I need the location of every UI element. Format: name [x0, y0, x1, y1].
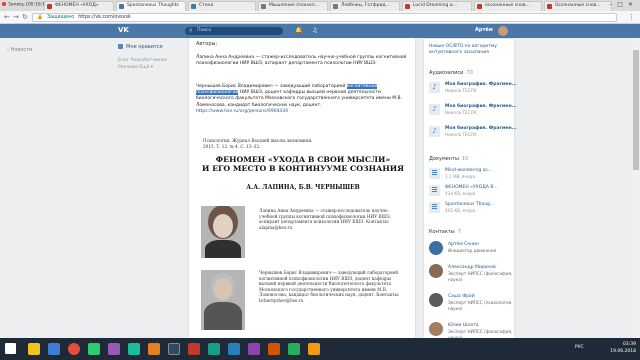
system-clock[interactable]: 03:39 19.06.2018 — [610, 341, 636, 355]
app-icon[interactable] — [168, 343, 180, 355]
app-icon[interactable] — [268, 343, 280, 355]
group-status[interactable]: Новые ОС/ВТО по алгоритму интуитивного з… — [429, 44, 497, 56]
app-icon[interactable] — [248, 343, 260, 355]
windows-start-icon[interactable] — [5, 343, 16, 354]
notifications-bell-icon[interactable]: 🔔 — [295, 27, 302, 34]
heart-icon — [118, 44, 123, 49]
chrome-icon[interactable] — [68, 343, 80, 355]
lock-icon: 🔒 — [37, 15, 43, 20]
right-sidebar: Новые ОС/ВТО по алгоритму интуитивного з… — [423, 38, 517, 360]
music-icon[interactable]: ♫ — [312, 27, 317, 34]
avatar[interactable] — [429, 241, 443, 255]
doc-authors: А.А. ЛАПИНА, Б.В. ЧЕРНЫШЕВ — [246, 184, 360, 191]
vk-header: VK ⚲ Поиск 🔔 ♫ Артём — [0, 24, 640, 38]
tab-favicon-icon — [47, 4, 52, 9]
audio-item[interactable]: ♪ Моя биография. Фрагмен... Никола ТЕСЛА — [429, 81, 517, 97]
audio-section-title[interactable]: Аудиозаписи 70 — [429, 70, 473, 76]
back-icon[interactable]: ← — [4, 13, 10, 21]
contact-item[interactable]: Саша Фрай Эксперт НИПСС (психология, нау… — [429, 292, 515, 314]
tab-favicon-icon — [405, 4, 410, 9]
record-icon — [2, 2, 6, 6]
post-content: Авторы: Лапина Анна Андреевна — стажер-и… — [188, 38, 416, 360]
app-icon[interactable] — [208, 343, 220, 355]
tab-favicon-icon — [333, 4, 338, 9]
document-item[interactable]: Spontaneous Thoug... 405 KB, вчера — [429, 201, 511, 215]
reload-icon[interactable]: ↻ — [22, 13, 28, 21]
document-icon — [429, 168, 440, 179]
authors-heading: Авторы: — [196, 41, 218, 47]
file-explorer-icon[interactable] — [28, 343, 40, 355]
music-note-icon: ♪ — [429, 126, 440, 137]
avatar[interactable] — [429, 264, 443, 278]
tab-favicon-icon — [477, 4, 482, 9]
app-icon[interactable] — [288, 343, 300, 355]
browser-menu-icon[interactable]: ⋮ — [628, 13, 635, 21]
recording-indicator: Запись [00:16:12] — [2, 2, 50, 8]
browser-tab[interactable]: осознанные снов... — [474, 1, 542, 11]
profile-link[interactable]: https://www.hse.ru/org/persons/6904434 — [196, 109, 288, 114]
browser-tab[interactable]: Стена — [188, 1, 256, 11]
scrollbar-thumb[interactable] — [633, 50, 639, 170]
sidebar-footer-links[interactable]: Блог Разработчикам Реклама Ещё ▾ — [118, 57, 167, 71]
browser-app-icon[interactable] — [48, 343, 60, 355]
app-icon[interactable] — [88, 343, 100, 355]
browser-tab-bar: Запись [00:16:12] ФЕНОМЕН «УХОД» Spontan… — [0, 0, 640, 11]
window-controls[interactable]: –□✕ — [609, 1, 638, 8]
contact-item[interactable]: Артём Сенин Инициатор движения — [429, 240, 515, 262]
tab-favicon-icon — [191, 4, 196, 9]
app-icon[interactable] — [128, 343, 140, 355]
windows-taskbar: РУС 03:39 19.06.2018 — [0, 338, 640, 360]
sidebar-item-like[interactable]: Мне нравится — [118, 44, 163, 50]
document-icon — [429, 185, 440, 196]
user-avatar[interactable] — [498, 26, 508, 36]
tab-favicon-icon — [261, 4, 266, 9]
doc-bio-lapina: Лапина Анна Андреевна — стажер-исследова… — [259, 208, 391, 230]
author-photo-chernyshev — [201, 270, 245, 330]
app-icon[interactable] — [188, 343, 200, 355]
browser-tab[interactable]: Мышление (психол... — [258, 1, 328, 11]
author-photo-lapina — [201, 206, 245, 258]
browser-tab-active[interactable]: Spontaneous Thoughts — [116, 1, 186, 11]
url-input[interactable]: 🔒 Защищено https://vk.com/ovsvsk — [32, 13, 617, 22]
browser-tab[interactable]: Лейбниц, Готфрид... — [330, 1, 400, 11]
vk-logo[interactable]: VK — [118, 26, 132, 36]
app-icon[interactable] — [308, 343, 320, 355]
secure-label: Защищено — [46, 15, 75, 20]
documents-section-title[interactable]: Документы 10 — [429, 156, 468, 162]
search-icon: ⚲ — [189, 28, 193, 34]
tab-favicon-icon — [119, 4, 124, 9]
app-icon[interactable] — [228, 343, 240, 355]
document-item[interactable]: ФЕНОМЕН «УХОДА В... 434 KB, вчера — [429, 184, 511, 198]
music-note-icon: ♪ — [429, 104, 440, 115]
contact-item[interactable]: Александр Миронов Эксперт НИПСС (философ… — [429, 263, 515, 285]
author-bio-lapina: Лапина Анна Андреевна — стажер-исследова… — [196, 55, 407, 67]
search-input[interactable]: ⚲ Поиск — [185, 27, 283, 35]
tab-favicon-icon — [547, 4, 552, 9]
app-icon[interactable] — [108, 343, 120, 355]
doc-title: ФЕНОМЕН «УХОДА В СВОИ МЫСЛИ» И ЕГО МЕСТО… — [202, 155, 404, 173]
language-indicator[interactable]: РУС — [575, 345, 584, 350]
audio-item[interactable]: ♪ Моя биография. Фрагмен... Никола ТЕСЛА — [429, 125, 517, 141]
user-name[interactable]: Артём — [475, 27, 493, 33]
author-bio-chernyshev: Чернышев Борис Владимирович — заведующий… — [196, 84, 403, 114]
music-note-icon: ♪ — [429, 82, 440, 93]
url-text: https://vk.com/ovsvsk — [78, 15, 131, 20]
news-arrow-link[interactable]: ‹ Новости — [7, 47, 32, 53]
address-bar-row: ← → ↻ 🔒 Защищено https://vk.com/ovsvsk ⋮ — [0, 11, 640, 24]
avatar[interactable] — [429, 322, 443, 336]
avatar[interactable] — [429, 293, 443, 307]
document-icon — [429, 202, 440, 213]
browser-tab[interactable]: Осознанные снов... — [544, 1, 612, 11]
browser-tab[interactable]: ФЕНОМЕН «УХОД» — [44, 1, 114, 11]
page-scrollbar[interactable] — [632, 38, 640, 338]
doc-journal-ref: Психология. Журнал Высшей школы экономик… — [203, 138, 313, 149]
contacts-section-title[interactable]: Контакты 7 — [429, 229, 461, 235]
app-icon[interactable] — [148, 343, 160, 355]
browser-tab[interactable]: Lucid Dreaming и... — [402, 1, 472, 11]
document-item[interactable]: Mind-wandering as... 1.1 MB, вчера — [429, 167, 511, 181]
doc-bio-chernyshev: Чернышев Борис Владимирович — заведующий… — [259, 270, 400, 303]
audio-item[interactable]: ♪ Моя биография. Фрагмен... Никола ТЕСЛА — [429, 103, 517, 119]
forward-icon[interactable]: → — [13, 13, 19, 21]
